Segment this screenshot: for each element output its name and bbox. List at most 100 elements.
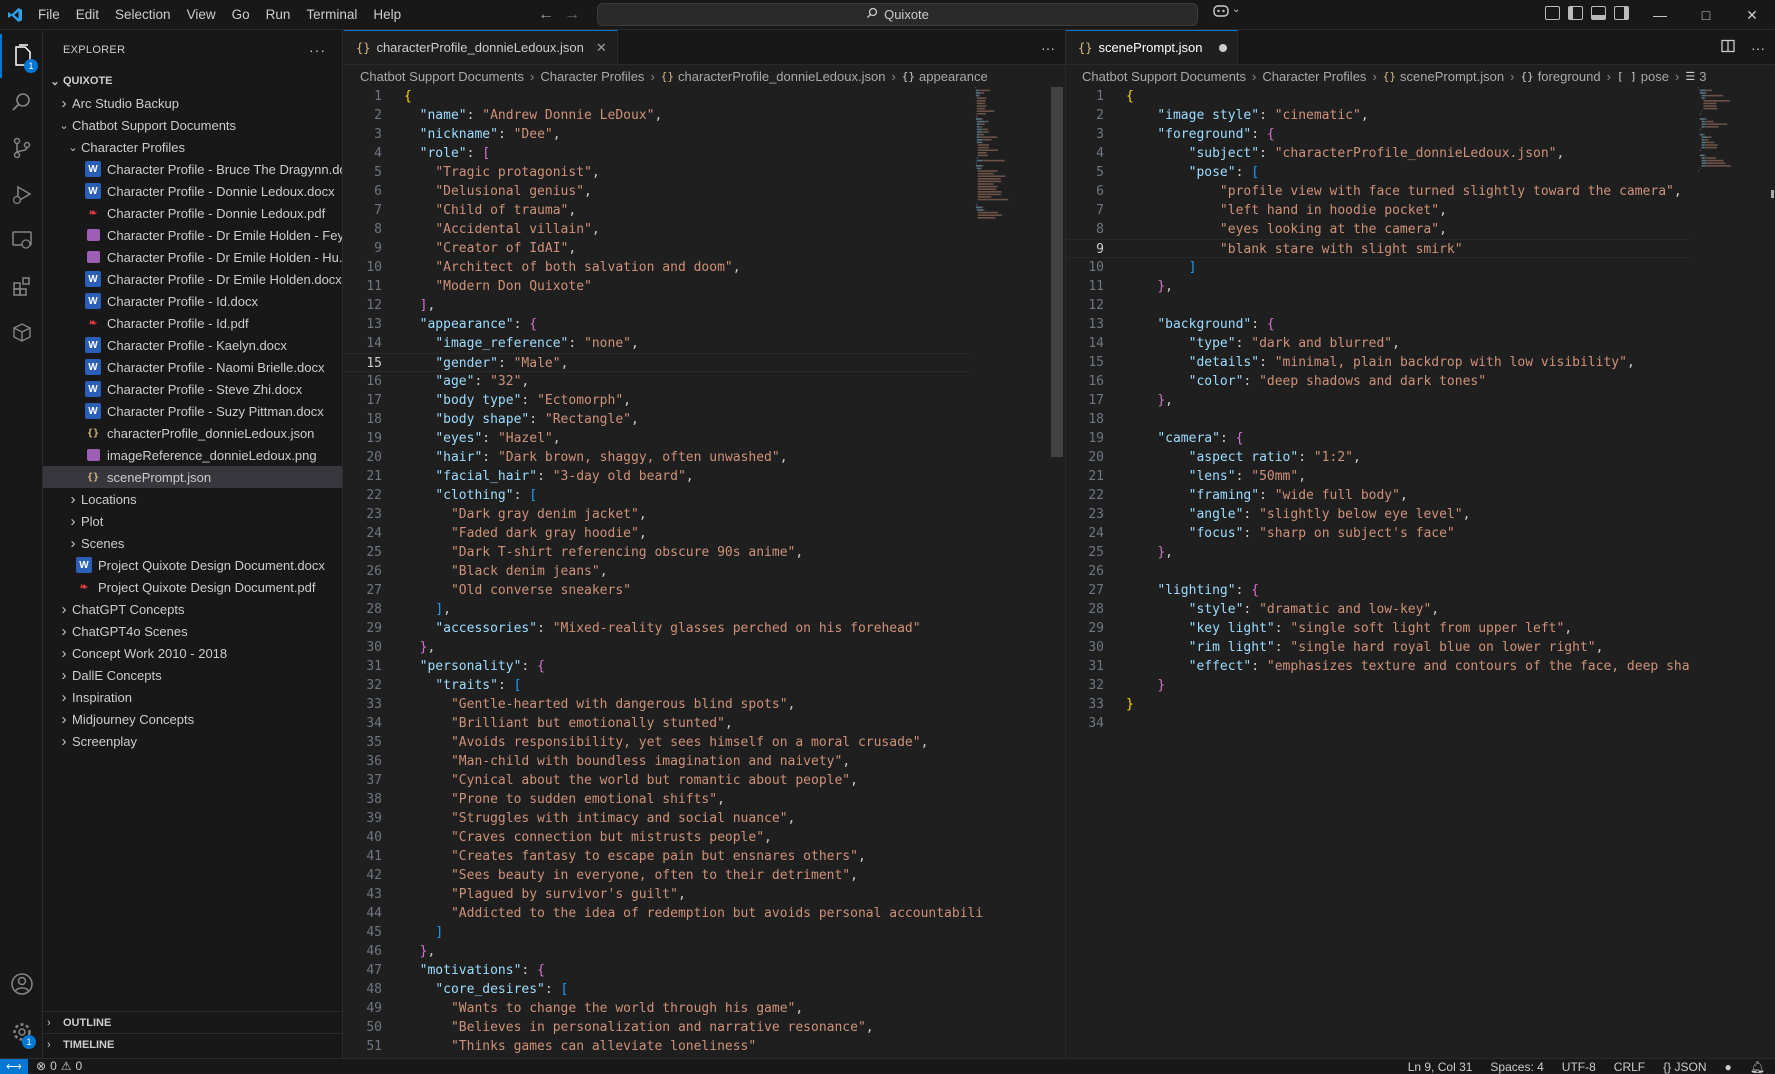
run-debug-icon[interactable] — [0, 172, 43, 216]
close-tab-icon[interactable]: ✕ — [596, 40, 607, 56]
toggle-secondary-sidebar-icon[interactable] — [1614, 6, 1629, 20]
remote-indicator-icon[interactable]: ⟷ — [0, 1058, 28, 1074]
code-token: , — [795, 1001, 804, 1016]
tree-item[interactable]: {} characterProfile_donnieLedoux.json — [43, 422, 342, 444]
tree-item[interactable]: W Character Profile - Bruce The Dragynn.d… — [43, 158, 342, 180]
layout-customize-icon[interactable] — [1545, 6, 1560, 20]
breadcrumb-item[interactable]: characterProfile_donnieLedoux.json — [678, 69, 885, 84]
breadcrumb-item[interactable]: foreground — [1538, 69, 1601, 84]
cursor-position[interactable]: Ln 9, Col 31 — [1408, 1060, 1473, 1074]
tree-item[interactable]: › ChatGPT Concepts — [43, 598, 342, 620]
tree-item[interactable]: ❧ Project Quixote Design Document.pdf — [43, 576, 342, 598]
gear-icon[interactable]: 1 — [0, 1010, 43, 1054]
code-editor-left[interactable]: 1{2 "name": "Andrew Donnie LeDoux", 3 "ni… — [344, 87, 983, 1056]
tab-scene-prompt-json[interactable]: {} scenePrompt.json — [1066, 30, 1238, 64]
close-button[interactable]: ✕ — [1729, 0, 1775, 30]
menu-edit[interactable]: Edit — [68, 0, 107, 30]
back-arrow-icon[interactable]: ← — [538, 6, 554, 24]
unsaved-dot-icon[interactable] — [1218, 43, 1227, 52]
more-actions-icon[interactable]: ··· — [1041, 40, 1055, 56]
breadcrumb-item[interactable]: Chatbot Support Documents — [1082, 69, 1246, 84]
line-ending[interactable]: CRLF — [1614, 1060, 1645, 1074]
breadcrumb-item[interactable]: appearance — [919, 69, 988, 84]
more-actions-icon[interactable]: ··· — [309, 42, 326, 58]
menu-file[interactable]: File — [30, 0, 68, 30]
explorer-icon[interactable]: 1 — [0, 34, 43, 78]
json-file-icon: {} — [1078, 40, 1093, 55]
menu-selection[interactable]: Selection — [107, 0, 179, 30]
menu-terminal[interactable]: Terminal — [298, 0, 365, 30]
search-icon[interactable] — [0, 80, 43, 124]
tree-item[interactable]: W Character Profile - Kaelyn.docx — [43, 334, 342, 356]
menu-view[interactable]: View — [179, 0, 224, 30]
tree-item[interactable]: › Screenplay — [43, 730, 342, 752]
breadcrumb-item[interactable]: Character Profiles — [1262, 69, 1366, 84]
maximize-button[interactable]: □ — [1683, 0, 1729, 30]
tree-item[interactable]: › Plot — [43, 510, 342, 532]
tree-item[interactable]: W Character Profile - Dr Emile Holden.doc… — [43, 268, 342, 290]
tree-item[interactable]: › Locations — [43, 488, 342, 510]
minimap-line — [995, 188, 997, 190]
minimap[interactable] — [973, 87, 1035, 247]
encoding[interactable]: UTF-8 — [1562, 1060, 1596, 1074]
breadcrumb-item[interactable]: Chatbot Support Documents — [360, 69, 524, 84]
menu-go[interactable]: Go — [224, 0, 258, 30]
account-icon[interactable] — [0, 962, 43, 1006]
tree-item[interactable]: › Inspiration — [43, 686, 342, 708]
split-editor-icon[interactable] — [1721, 39, 1735, 56]
more-actions-icon[interactable]: ··· — [1751, 40, 1765, 56]
extensions-icon[interactable] — [0, 264, 43, 308]
workspace-root[interactable]: ⌄ QUIXOTE — [43, 70, 342, 92]
outline-section[interactable]: › OUTLINE — [43, 1011, 343, 1033]
tree-item[interactable]: › Concept Work 2010 - 2018 — [43, 642, 342, 664]
breadcrumb-item[interactable]: 3 — [1699, 69, 1706, 84]
tree-item[interactable]: W Character Profile - Id.docx — [43, 290, 342, 312]
tree-item[interactable]: › Scenes — [43, 532, 342, 554]
forward-arrow-icon[interactable]: → — [564, 6, 580, 24]
menu-run[interactable]: Run — [258, 0, 299, 30]
breadcrumb-item[interactable]: Character Profiles — [540, 69, 644, 84]
tree-item[interactable]: Character Profile - Dr Emile Holden - Fe… — [43, 224, 342, 246]
minimap-line — [1707, 136, 1709, 138]
menu-help[interactable]: Help — [365, 0, 409, 30]
tab-character-profile-json[interactable]: {} characterProfile_donnieLedoux.json ✕ — [344, 30, 618, 64]
tree-item[interactable]: W Character Profile - Suzy Pittman.docx — [43, 400, 342, 422]
code-editor-right[interactable]: 1{2 "image style": "cinematic", 3 "foregr… — [1066, 87, 1689, 733]
tree-item[interactable]: ⌄ Chatbot Support Documents — [43, 114, 342, 136]
tree-item[interactable]: W Project Quixote Design Document.docx — [43, 554, 342, 576]
timeline-section[interactable]: › TIMELINE — [43, 1033, 343, 1055]
minimize-button[interactable]: — — [1637, 0, 1683, 30]
tree-item[interactable]: ❧ Character Profile - Donnie Ledoux.pdf — [43, 202, 342, 224]
source-control-icon[interactable] — [0, 126, 43, 170]
tree-item[interactable]: › DallE Concepts — [43, 664, 342, 686]
tree-item[interactable]: › ChatGPT4o Scenes — [43, 620, 342, 642]
tree-item[interactable]: Character Profile - Dr Emile Holden - Hu… — [43, 246, 342, 268]
tree-item[interactable]: W Character Profile - Donnie Ledoux.docx — [43, 180, 342, 202]
copilot-status-icon[interactable]: ● — [1725, 1060, 1732, 1074]
notifications-bell-icon[interactable]: 🔔︎ — [1750, 1060, 1765, 1074]
containers-icon[interactable] — [0, 310, 43, 354]
copilot-icon[interactable]: ⌄ — [1212, 4, 1240, 18]
minimap-line — [1698, 170, 1699, 172]
tree-item[interactable]: ⌄ Character Profiles — [43, 136, 342, 158]
language-mode[interactable]: {} JSON — [1663, 1060, 1706, 1074]
scrollbar[interactable] — [1051, 87, 1063, 457]
tree-item[interactable]: › Arc Studio Backup — [43, 92, 342, 114]
breadcrumb-item[interactable]: scenePrompt.json — [1400, 69, 1504, 84]
toggle-panel-icon[interactable] — [1591, 6, 1606, 20]
command-center-search[interactable]: Quixote — [597, 3, 1198, 26]
toggle-primary-sidebar-icon[interactable] — [1568, 6, 1583, 20]
minimap[interactable] — [1696, 87, 1758, 247]
remote-explorer-icon[interactable] — [0, 218, 43, 262]
code-line: 26 "Black denim jeans", — [344, 562, 969, 581]
tree-item[interactable]: › Midjourney Concepts — [43, 708, 342, 730]
tree-item[interactable]: imageReference_donnieLedoux.png — [43, 444, 342, 466]
breadcrumb-item[interactable]: pose — [1641, 69, 1669, 84]
indentation[interactable]: Spaces: 4 — [1490, 1060, 1543, 1074]
tree-item[interactable]: W Character Profile - Steve Zhi.docx — [43, 378, 342, 400]
problems-indicator[interactable]: ⊗ 0 ⚠ 0 — [36, 1059, 82, 1073]
tree-item[interactable]: {} scenePrompt.json — [43, 466, 342, 488]
tree-item[interactable]: ❧ Character Profile - Id.pdf — [43, 312, 342, 334]
tree-item[interactable]: W Character Profile - Naomi Brielle.docx — [43, 356, 342, 378]
